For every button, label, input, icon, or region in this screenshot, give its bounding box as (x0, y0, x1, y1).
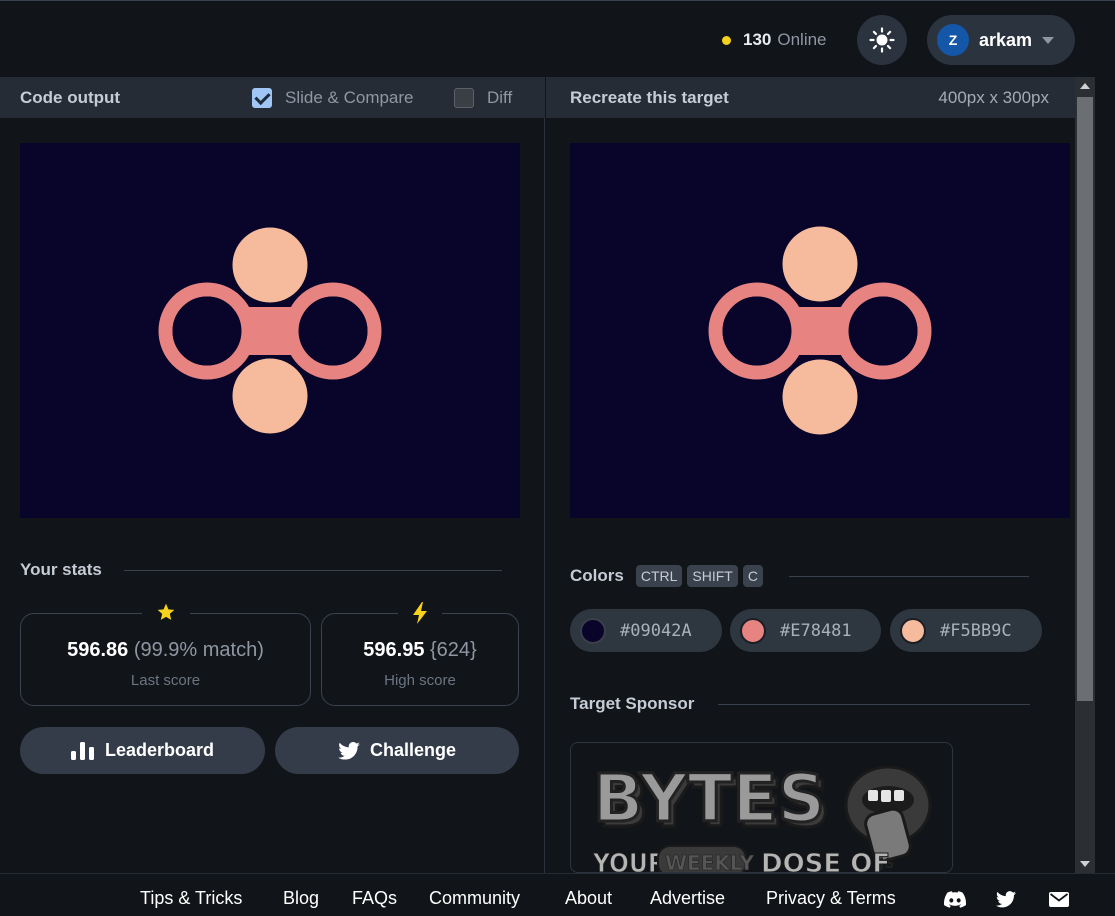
bytes-logo: BYTES BYTES JS YOUR WEEKLY DOSE OF (592, 759, 932, 873)
color-swatch-2[interactable]: #E78481 (730, 609, 881, 652)
colors-heading: Colors CTRL SHIFT C (570, 565, 1029, 587)
high-score-value: 596.95 (363, 638, 425, 661)
top-bar: 130 Online Z arkam (0, 0, 1115, 77)
high-score-label: High score (384, 671, 456, 689)
tagline-dose: DOSE OF (761, 849, 890, 873)
target-title: Recreate this target (570, 87, 729, 107)
footer-link-blog[interactable]: Blog (283, 888, 319, 909)
footer-link-community[interactable]: Community (429, 888, 520, 909)
color-hex: #E78481 (780, 620, 852, 641)
high-score-chars: {624} (430, 638, 477, 661)
challenge-label: Challenge (369, 740, 457, 760)
high-score-line: 596.95 {624} (363, 639, 476, 662)
leaderboard-label: Leaderboard (104, 740, 215, 760)
target-canvas (570, 143, 1070, 518)
scrollbar[interactable] (1075, 77, 1095, 873)
key-ctrl: CTRL (635, 565, 683, 587)
code-output-title: Code output (20, 87, 121, 107)
key-shift: SHIFT (687, 565, 738, 587)
color-dot (740, 617, 766, 644)
your-stats-title: Your stats (20, 560, 102, 579)
diff-label: Diff (487, 87, 513, 107)
sponsor-ad[interactable]: BYTES BYTES JS YOUR WEEKLY DOSE OF (570, 742, 953, 873)
code-output-header: Code output Slide & Compare Diff (0, 77, 545, 118)
section-divider (718, 703, 1031, 705)
online-dot-icon (722, 35, 731, 45)
color-swatch-1[interactable]: #09042A (570, 609, 722, 652)
last-score-line: 596.86 (99.9% match) (67, 639, 264, 662)
slide-compare-label: Slide & Compare (285, 87, 414, 107)
online-count: 130 (743, 30, 772, 49)
high-score-card: 596.95 {624} High score (321, 602, 519, 706)
your-stats-heading: Your stats (20, 560, 502, 580)
mail-icon[interactable] (1049, 892, 1069, 912)
checkbox-unchecked-icon[interactable] (454, 87, 474, 108)
scroll-up-icon[interactable] (1080, 83, 1090, 89)
color-hex: #09042A (620, 620, 692, 641)
footer-link-privacy[interactable]: Privacy & Terms (766, 888, 896, 909)
section-divider (123, 569, 502, 571)
bar-chart-icon (70, 741, 94, 760)
footer: Tips & Tricks Blog FAQs Community About … (0, 873, 1115, 916)
checkbox-checked-icon[interactable] (252, 87, 272, 108)
user-menu-button[interactable]: Z arkam (927, 15, 1075, 65)
target-sponsor-title: Target Sponsor (570, 694, 695, 713)
diff-checkbox[interactable]: Diff (454, 87, 513, 108)
footer-link-faqs[interactable]: FAQs (352, 888, 397, 909)
twitter-icon[interactable] (996, 891, 1016, 913)
color-hex: #F5BB9C (940, 620, 1012, 641)
footer-link-tips[interactable]: Tips & Tricks (140, 888, 242, 909)
panel-divider (544, 118, 545, 873)
tagline-weekly: WEEKLY (665, 851, 755, 873)
color-swatch-3[interactable]: #F5BB9C (890, 609, 1042, 652)
theme-toggle-button[interactable] (857, 15, 907, 65)
leaderboard-button[interactable]: Leaderboard (20, 727, 265, 774)
last-score-label: Last score (130, 671, 201, 689)
colors-title: Colors (570, 566, 624, 585)
online-label: Online (777, 30, 827, 49)
color-dot (900, 617, 926, 644)
chevron-down-icon (1042, 36, 1055, 44)
color-dot (580, 617, 606, 644)
copy-shortcut: CTRL SHIFT C (631, 565, 763, 587)
footer-link-about[interactable]: About (565, 888, 612, 909)
slide-compare-checkbox[interactable]: Slide & Compare (252, 87, 414, 108)
section-divider (788, 575, 1029, 577)
discord-icon[interactable] (944, 891, 967, 913)
username: arkam (979, 29, 1033, 50)
target-sponsor-heading: Target Sponsor (570, 694, 1031, 714)
footer-link-advertise[interactable]: Advertise (650, 888, 725, 909)
twitter-icon (338, 741, 360, 760)
last-score-match: (99.9% match) (133, 638, 264, 661)
avatar: Z (937, 24, 969, 56)
star-icon (141, 602, 190, 627)
challenge-button[interactable]: Challenge (275, 727, 519, 774)
scroll-down-icon[interactable] (1080, 861, 1090, 867)
key-c: C (742, 565, 763, 587)
last-score-value: 596.86 (67, 638, 129, 661)
tagline-your: YOUR (592, 849, 666, 873)
scrollbar-thumb[interactable] (1077, 97, 1093, 701)
code-output-canvas[interactable] (20, 143, 520, 518)
target-dimensions: 400px x 300px (938, 87, 1049, 107)
last-score-card: 596.86 (99.9% match) Last score (20, 602, 311, 706)
bytes-logo-text: BYTES (593, 760, 825, 837)
target-header: Recreate this target 400px x 300px (546, 77, 1075, 118)
sun-icon (869, 27, 895, 53)
online-indicator: 130 Online (722, 28, 827, 52)
lightning-icon (398, 602, 442, 629)
